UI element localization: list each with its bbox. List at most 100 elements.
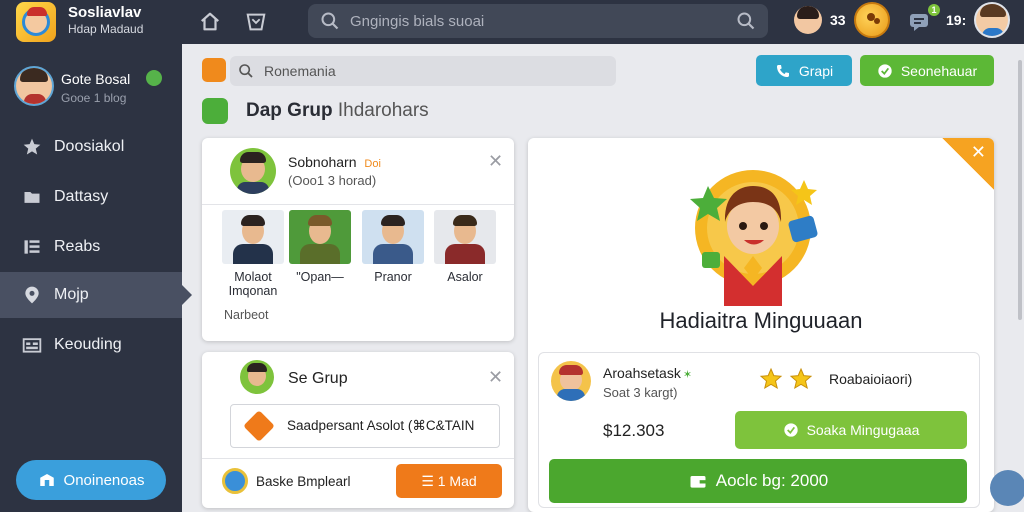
reward-secondary-button-label: Soaka Mingugaaa [806,422,920,438]
map-pin-icon [22,285,42,305]
reward-amount: $12.303 [603,421,665,440]
coin-icon[interactable] [854,2,890,38]
section-title-rest: Ihdarohars [337,100,429,121]
phone-icon [776,64,789,77]
sidebar-item-reabs[interactable]: Reabs [0,224,182,270]
reward-main-button[interactable]: Aoclc bg: 2000 [549,459,967,503]
friend-item[interactable]: "Opan— [289,210,351,284]
global-search-input[interactable] [350,12,736,30]
group-action-button[interactable]: ☰ 1 Mad [396,464,502,498]
friend-item[interactable]: Pranor [362,210,424,284]
close-icon[interactable]: ✕ [488,368,503,386]
primary-action-button[interactable]: Seonehauar [860,55,994,86]
globe-icon [222,468,248,494]
main-search[interactable]: Ronemania [230,56,616,86]
app-subtitle: Hdap Madaud [68,22,144,36]
global-search[interactable] [308,4,768,38]
help-fab-icon[interactable] [990,470,1024,506]
group-field[interactable]: Saadpersant Asolot (⌘C&TAIN [230,404,500,448]
reward-user-status: Soat 3 kargt) [603,385,678,400]
filter-icon[interactable] [202,58,226,82]
star-icon [789,367,813,390]
friend-name: Asalor [447,270,483,284]
reward-user-name: Aroahsetask ✶ [603,365,693,381]
online-status-icon [144,68,164,88]
group-action-button-label: ☰ 1 Mad [421,472,477,489]
reward-main-button-label: Aoclc bg: 2000 [715,471,829,490]
group-field-text: Saadpersant Asolot (⌘C&TAIN [287,418,475,433]
home-icon[interactable] [196,8,224,36]
app-title: Sosliavlav [68,4,142,21]
search-icon [321,12,339,30]
sidebar-item-label: Reabs [54,238,101,255]
top-bar: Sosliavlav Hdap Madaud 33 1 19: [0,0,1024,44]
sidebar-item-doosiakol[interactable]: Doosiakol [0,124,182,170]
app-logo[interactable] [16,2,56,42]
group-card-title: Se Grup [288,370,348,387]
friend-avatar [434,210,496,264]
friend-name: Molaot Imqonan [228,270,278,298]
friend-card-status: (Ooo1 3 horad) [288,173,377,188]
star-icon [22,137,42,157]
close-icon[interactable]: ✕ [971,142,986,163]
friends-card: Sobnoharn Doi (Ooo1 3 horad) ✕ Molaot Im… [202,138,514,341]
reward-character-icon [690,170,818,306]
sidebar-item-dattasy[interactable]: Dattasy [0,174,182,220]
group-avatar [240,360,274,394]
friend-avatar [222,210,284,264]
friend-item[interactable]: Molaot Imqonan [222,210,284,298]
box-icon [39,474,54,486]
check-circle-icon [783,423,798,437]
divider [202,204,514,205]
group-footer-text: Baske Bmplearl [256,474,351,489]
friend-item[interactable]: Asalor [434,210,496,284]
close-icon[interactable]: ✕ [488,152,503,170]
profile-name: Gote Bosal [61,71,131,87]
friend-card-name: Sobnoharn Doi [288,154,381,170]
reward-close[interactable]: ✕ [942,138,994,190]
sidebar-bottom-button[interactable]: Onoinenoas [16,460,166,500]
profile-avatar [14,66,54,106]
user-avatar-icon[interactable] [794,6,822,34]
grid-icon [22,335,42,355]
wallet-icon [690,476,706,488]
scrollbar[interactable] [1018,60,1022,320]
check-circle-icon [878,63,892,78]
sidebar-item-label: Mojp [54,286,89,303]
section-title-bold: Dap Grup [246,100,333,121]
friend-name: "Opan— [296,270,344,284]
reward-user-avatar [551,361,591,401]
sidebar-item-keouding[interactable]: Keouding [0,322,182,368]
reward-secondary-button[interactable]: Soaka Mingugaaa [735,411,967,449]
sidebar-bottom-button-label: Onoinenoas [63,471,145,489]
list-icon [22,237,42,257]
main-search-value: Ronemania [264,63,336,79]
friend-card-avatar [230,148,276,194]
search-submit-icon[interactable] [736,11,756,31]
profile-status: Gooe 1 blog [61,91,127,105]
divider [202,458,514,459]
group-card: Se Grup ✕ Saadpersant Asolot (⌘C&TAIN Ba… [202,352,514,508]
reward-detail-panel: Aroahsetask ✶ Soat 3 kargt) Roabaioiaori)… [538,352,980,508]
sidebar-item-label: Keouding [54,336,122,353]
search-icon [239,64,253,78]
star-icon [759,367,783,390]
call-button[interactable]: Grapi [756,55,852,86]
tag-icon [243,410,275,442]
call-button-label: Grapi [798,62,834,79]
friend-card-tag: Doi [364,158,381,170]
friend-name: Pranor [374,270,412,284]
profile-block[interactable]: Gote Bosal Gooe 1 blog [14,66,174,116]
friend-avatar [362,210,424,264]
sidebar-item-mojp[interactable]: Mojp [0,272,192,318]
account-avatar-icon[interactable] [974,2,1010,38]
user-count: 33 [830,12,846,28]
primary-action-button-label: Seonehauar [900,62,978,79]
message-count: 19: [946,12,967,28]
group-icon [202,98,228,124]
reward-title: Hadiaitra Minguuaan [659,308,863,333]
store-icon[interactable] [242,8,270,36]
folder-icon [22,187,42,207]
friends-card-footer: Narbeot [224,308,269,322]
reward-card: ✕ Hadiaitra Minguuaan Aroahsetask ✶ Soat … [528,138,994,512]
